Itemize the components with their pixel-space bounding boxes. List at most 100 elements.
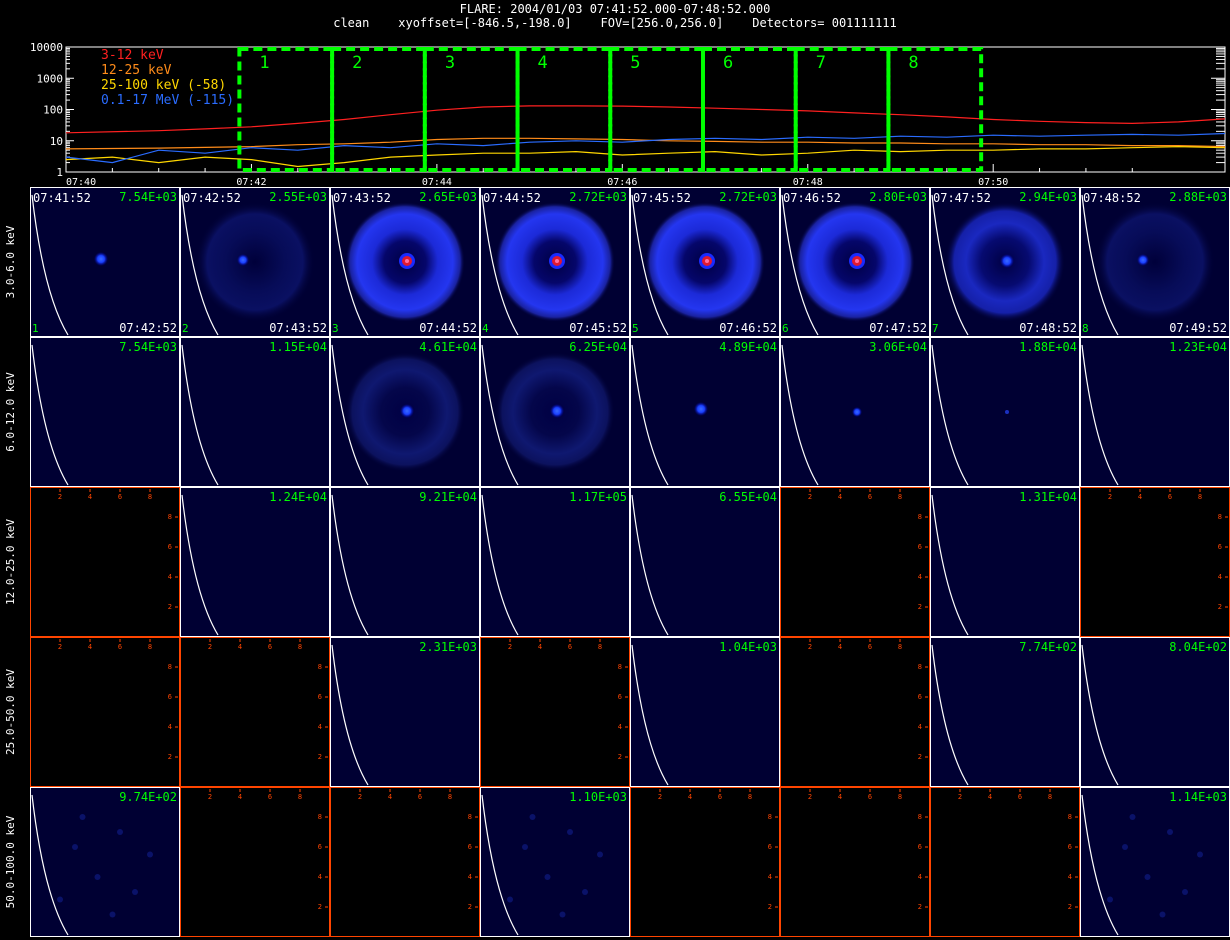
image-panel: 1.04E+03: [630, 637, 780, 787]
axis-tick-label: 4: [88, 493, 92, 501]
image-panel: 7.54E+03 07:41:52 07:42:52 1: [30, 187, 180, 337]
image-panel: 1.23E+04: [1080, 337, 1230, 487]
panel-background: [781, 788, 929, 936]
panel-background: [631, 788, 779, 936]
panel-background: [331, 638, 479, 786]
panel-number-label: 1: [32, 322, 39, 335]
axis-tick-label: 6: [268, 643, 272, 651]
source-ring: [195, 202, 315, 322]
axis-tick-label: 6: [1018, 793, 1022, 801]
y-tick-label: 10000: [30, 41, 63, 54]
axis-tick-label: 4: [688, 793, 692, 801]
axis-tick-label: 8: [898, 493, 902, 501]
axis-tick-label: 8: [468, 813, 472, 821]
axis-tick-label: 4: [1218, 573, 1222, 581]
peak-value-label: 2.55E+03: [269, 190, 327, 204]
panel-number-label: 2: [182, 322, 189, 335]
noise-speckle: [132, 889, 138, 895]
axis-tick-label: 2: [318, 903, 322, 911]
panel-background: [31, 338, 179, 486]
axis-tick-label: 8: [768, 813, 772, 821]
axis-tick-label: 6: [918, 543, 922, 551]
axis-tick-label: 4: [168, 573, 172, 581]
image-panel: 1.31E+04: [930, 487, 1080, 637]
axis-tick-label: 6: [868, 793, 872, 801]
axis-tick-label: 6: [318, 693, 322, 701]
row-label: 3.0-6.0 keV: [4, 225, 17, 298]
legend-entry-2: 12-25 keV: [101, 63, 172, 78]
panel-number-label: 5: [632, 322, 639, 335]
axis-tick-label: 6: [1218, 543, 1222, 551]
axis-tick-label: 6: [268, 793, 272, 801]
source-core: [550, 404, 564, 418]
axis-tick-label: 4: [468, 873, 472, 881]
legend-entry-4: 0.1-17 MeV (-115): [101, 93, 234, 108]
axis-tick-label: 4: [768, 873, 772, 881]
panel-background: [181, 788, 329, 936]
end-time-label: 07:42:52: [119, 321, 177, 335]
axis-tick-label: 6: [468, 843, 472, 851]
noise-speckle: [522, 844, 528, 850]
interval-box-2: [330, 47, 427, 172]
axis-tick-label: 2: [618, 753, 622, 761]
axis-tick-label: 8: [1218, 513, 1222, 521]
end-time-label: 07:47:52: [869, 321, 927, 335]
axis-tick-label: 2: [808, 793, 812, 801]
noise-speckle: [147, 851, 153, 858]
peak-value-label: 2.31E+03: [419, 640, 477, 654]
start-time-label: 07:42:52: [183, 191, 241, 205]
image-panel: 2.72E+03 07:45:52 07:46:52 5: [630, 187, 780, 337]
panel-background: [481, 488, 629, 636]
axis-tick-label: 4: [88, 643, 92, 651]
image-panel: 2.65E+03 07:43:52 07:44:52 3: [330, 187, 480, 337]
interval-box-1: [237, 47, 335, 172]
figure-title: FLARE: 2004/01/03 07:41:52.000-07:48:52.…: [459, 2, 771, 16]
peak-value-label: 6.25E+04: [569, 340, 627, 354]
axis-tick-label: 4: [838, 493, 842, 501]
image-panel: 2 2 4 4 6 6 8 8: [30, 487, 180, 637]
axis-tick-label: 6: [168, 693, 172, 701]
start-time-label: 07:44:52: [483, 191, 541, 205]
axis-tick-label: 6: [118, 493, 122, 501]
noise-speckle: [544, 874, 551, 880]
axis-tick-label: 4: [618, 723, 622, 731]
axis-tick-label: 4: [538, 643, 542, 651]
axis-tick-label: 6: [868, 643, 872, 651]
peak-value-label: 4.89E+04: [719, 340, 777, 354]
panel-background: [481, 788, 629, 936]
peak-value-label: 7.74E+02: [1019, 640, 1077, 654]
noise-speckle: [117, 829, 123, 835]
axis-tick-label: 6: [1168, 493, 1172, 501]
noise-speckle: [1144, 874, 1151, 880]
image-panel: 6.25E+04: [480, 337, 630, 487]
peak-value-label: 7.54E+03: [119, 190, 177, 204]
noise-speckle: [529, 814, 536, 820]
interval-label-1: 1: [259, 53, 269, 73]
panel-background: [1081, 338, 1229, 486]
axis-tick-label: 4: [918, 573, 922, 581]
noise-speckle: [94, 874, 101, 880]
axis-tick-label: 8: [898, 793, 902, 801]
image-panel: 4.61E+04: [330, 337, 480, 487]
panel-background: [181, 338, 329, 486]
panel-background: [1081, 788, 1229, 936]
axis-tick-label: 6: [868, 493, 872, 501]
noise-speckle: [567, 829, 573, 835]
axis-tick-label: 8: [168, 663, 172, 671]
image-panel: 7.54E+03: [30, 337, 180, 487]
end-time-label: 07:46:52: [719, 321, 777, 335]
image-panel: 9.21E+04: [330, 487, 480, 637]
noise-speckle: [57, 896, 63, 903]
image-panel: 2 2 4 4 6 6 8 8: [180, 787, 330, 937]
image-panel: 2.80E+03 07:46:52 07:47:52 6: [780, 187, 930, 337]
source-dot: [852, 407, 862, 417]
axis-tick-label: 2: [1068, 903, 1072, 911]
peak-value-label: 9.74E+02: [119, 790, 177, 804]
peak-value-label: 1.88E+04: [1019, 340, 1077, 354]
image-panel: 2 2 4 4 6 6 8 8: [780, 787, 930, 937]
image-panel: 2 2 4 4 6 6 8 8: [930, 787, 1080, 937]
axis-tick-label: 2: [358, 793, 362, 801]
start-time-label: 07:47:52: [933, 191, 991, 205]
peak-value-label: 1.31E+04: [1019, 490, 1077, 504]
image-panel: 2 2 4 4 6 6 8 8: [480, 637, 630, 787]
